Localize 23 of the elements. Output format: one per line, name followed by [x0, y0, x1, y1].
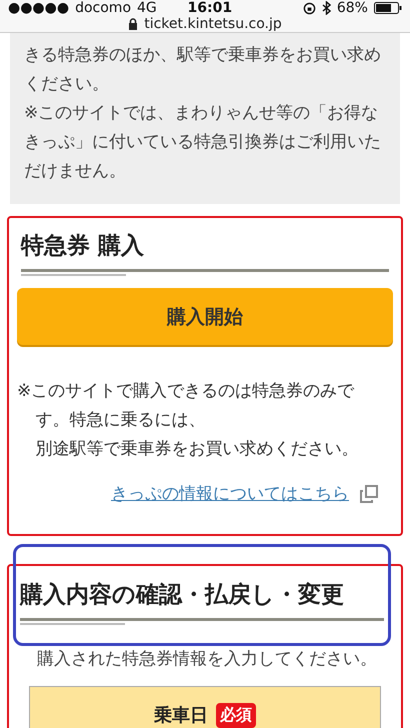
url-text: ticket.kintetsu.co.jp: [144, 16, 282, 32]
field-label: 乗車日: [154, 704, 208, 727]
signal-text: ●●●●●: [8, 0, 70, 16]
date-field[interactable]: 乗車日 必須: [29, 686, 381, 728]
note-text: ※このサイトで購入できるのは特急券のみです。特急に乗るには、: [17, 380, 356, 432]
clock-text: 16:01: [188, 0, 232, 16]
lock-icon: [128, 18, 138, 30]
battery-icon: [374, 2, 402, 14]
rotation-lock-icon: [302, 2, 316, 14]
carrier-text: docomo: [75, 0, 132, 16]
section-title: 購入内容の確認・払戻し・変更: [18, 581, 345, 610]
external-link-icon: [359, 484, 379, 504]
ticket-info-link[interactable]: きっぷの情報についてはこちら: [111, 482, 349, 505]
section-title: 特急券 購入: [20, 232, 146, 261]
notice-text: きる特急券のほか、駅等で乗車券をお買い求めください。: [24, 44, 382, 96]
start-purchase-button[interactable]: 購入開始: [17, 288, 393, 345]
intro-text: 購入された特急券情報を入力してください。: [37, 648, 378, 671]
note-text: 別途駅等で乗車券をお買い求めください。: [34, 438, 360, 461]
bluetooth-icon: [322, 1, 331, 15]
network-text: 4G: [137, 0, 157, 16]
battery-text: 68%: [336, 0, 368, 16]
required-badge: 必須: [216, 703, 256, 728]
notice-text: ※このサイトでは、まわりゃんせ等の「お得なきっぷ」に付いている特急引換券はご利用いただけません。: [24, 102, 382, 183]
